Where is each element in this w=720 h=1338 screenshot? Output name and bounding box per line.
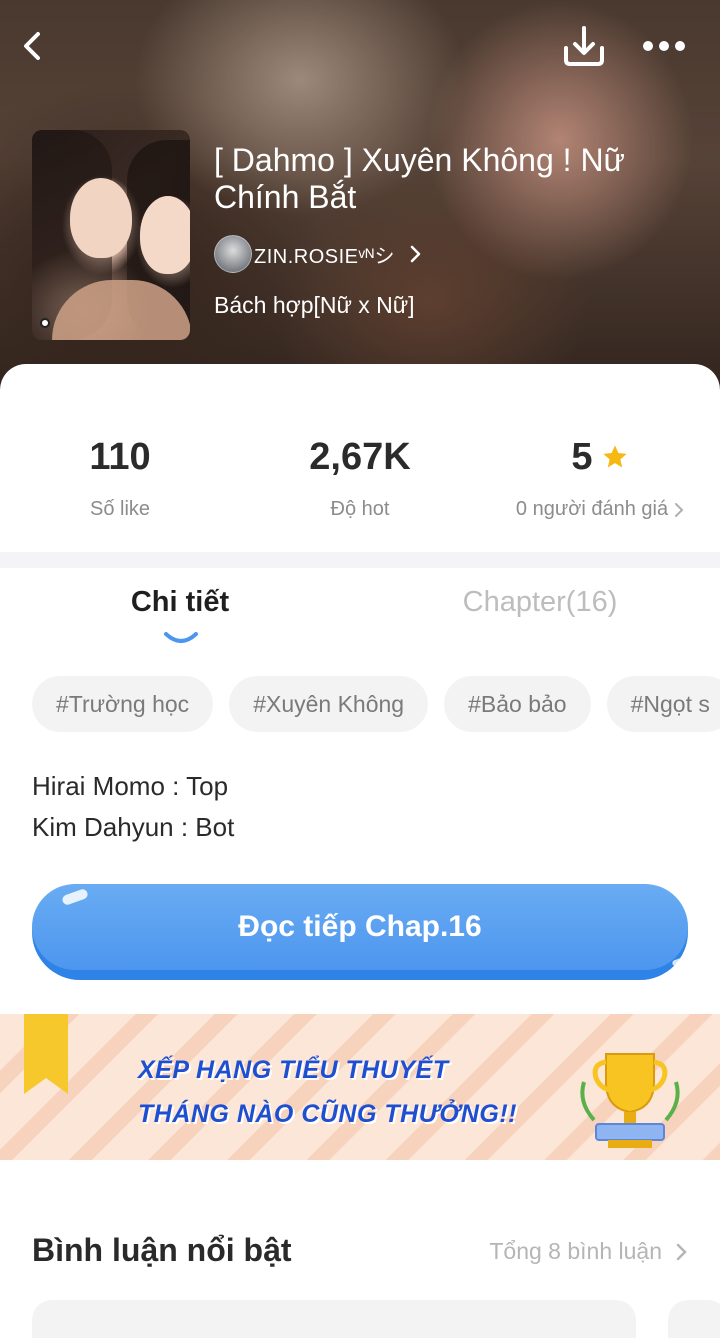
download-icon — [564, 26, 604, 66]
tag-chip[interactable]: #Ngọt s — [606, 676, 720, 732]
comments-total-link[interactable]: Tổng 8 bình luận — [489, 1238, 688, 1265]
ranking-banner[interactable]: XẾP HẠNG TIỂU THUYẾT THÁNG NÀO CŨNG THƯỞ… — [0, 1014, 720, 1160]
story-genre: Bách hợp[Nữ x Nữ] — [214, 292, 415, 318]
banner-text: XẾP HẠNG TIỂU THUYẾT THÁNG NÀO CŨNG THƯỞ… — [138, 1048, 517, 1136]
featured-comments-section: Bình luận nổi bật Tổng 8 bình luận — [0, 1160, 720, 1338]
story-cover-image[interactable] — [32, 130, 190, 340]
download-button[interactable] — [560, 22, 608, 70]
continue-reading-button[interactable]: Đọc tiếp Chap.16 — [32, 884, 691, 980]
author-name: ZIN.ROSIEᵛᴺシ — [254, 245, 396, 268]
author-link[interactable]: ZIN.ROSIEᵛᴺシ — [214, 234, 423, 274]
comment-card[interactable] — [32, 1300, 636, 1338]
hot-label: Độ hot — [330, 498, 390, 520]
stat-hot: 2,67K Độ hot — [240, 434, 480, 521]
comments-title: Bình luận nổi bật — [32, 1232, 292, 1268]
tag-chip[interactable]: #Xuyên Không — [229, 676, 429, 732]
author-avatar — [214, 235, 252, 273]
star-icon — [602, 445, 627, 468]
tag-chip[interactable]: #Bảo bảo — [444, 676, 591, 732]
hot-value: 2,67K — [309, 436, 411, 478]
bookmark-ribbon-icon — [24, 1014, 68, 1094]
chevron-left-icon — [24, 32, 40, 60]
banner-line: THÁNG NÀO CŨNG THƯỞNG!! — [138, 1100, 518, 1128]
story-title: [ Dahmo ] Xuyên Không ! Nữ Chính Bắt — [214, 142, 625, 215]
more-dots-icon — [643, 41, 685, 51]
tab-chapter[interactable]: Chapter(16) — [360, 586, 720, 619]
rating-label: 0 người đánh giá — [515, 498, 669, 520]
tag-list: #Trường học #Xuyên Không #Bảo bảo #Ngọt s — [32, 676, 720, 732]
story-description: Hirai Momo : Top Kim Dahyun : Bot — [32, 766, 234, 848]
description-line: Hirai Momo : Top — [32, 771, 229, 801]
likes-value: 110 — [89, 436, 151, 478]
chevron-right-icon — [676, 1243, 687, 1260]
tab-detail[interactable]: Chi tiết — [0, 586, 360, 619]
stat-rating[interactable]: 5 0 người đánh giá — [480, 434, 720, 521]
continue-reading-label: Đọc tiếp Chap.16 — [238, 910, 482, 943]
top-bar — [0, 0, 720, 96]
comments-total-label: Tổng 8 bình luận — [489, 1238, 662, 1264]
tab-active-indicator — [164, 632, 198, 643]
description-line: Kim Dahyun : Bot — [32, 812, 235, 842]
stat-likes: 110 Số like — [0, 434, 240, 521]
comment-card[interactable] — [668, 1300, 720, 1338]
banner-line: XẾP HẠNG TIỂU THUYẾT — [138, 1056, 449, 1084]
chevron-right-icon — [410, 245, 421, 263]
more-options-button[interactable] — [636, 26, 692, 66]
rating-value: 5 — [571, 436, 593, 478]
details-section: Chi tiết Chapter(16) #Trường học #Xuyên K… — [0, 568, 720, 1014]
tag-chip[interactable]: #Trường học — [32, 676, 214, 732]
trophy-icon — [580, 1053, 680, 1148]
back-button[interactable] — [14, 26, 54, 66]
stats-card: 110 Số like 2,67K Độ hot 5 0 người đánh … — [0, 364, 720, 552]
likes-label: Số like — [89, 498, 151, 520]
chevron-right-icon — [675, 502, 684, 517]
